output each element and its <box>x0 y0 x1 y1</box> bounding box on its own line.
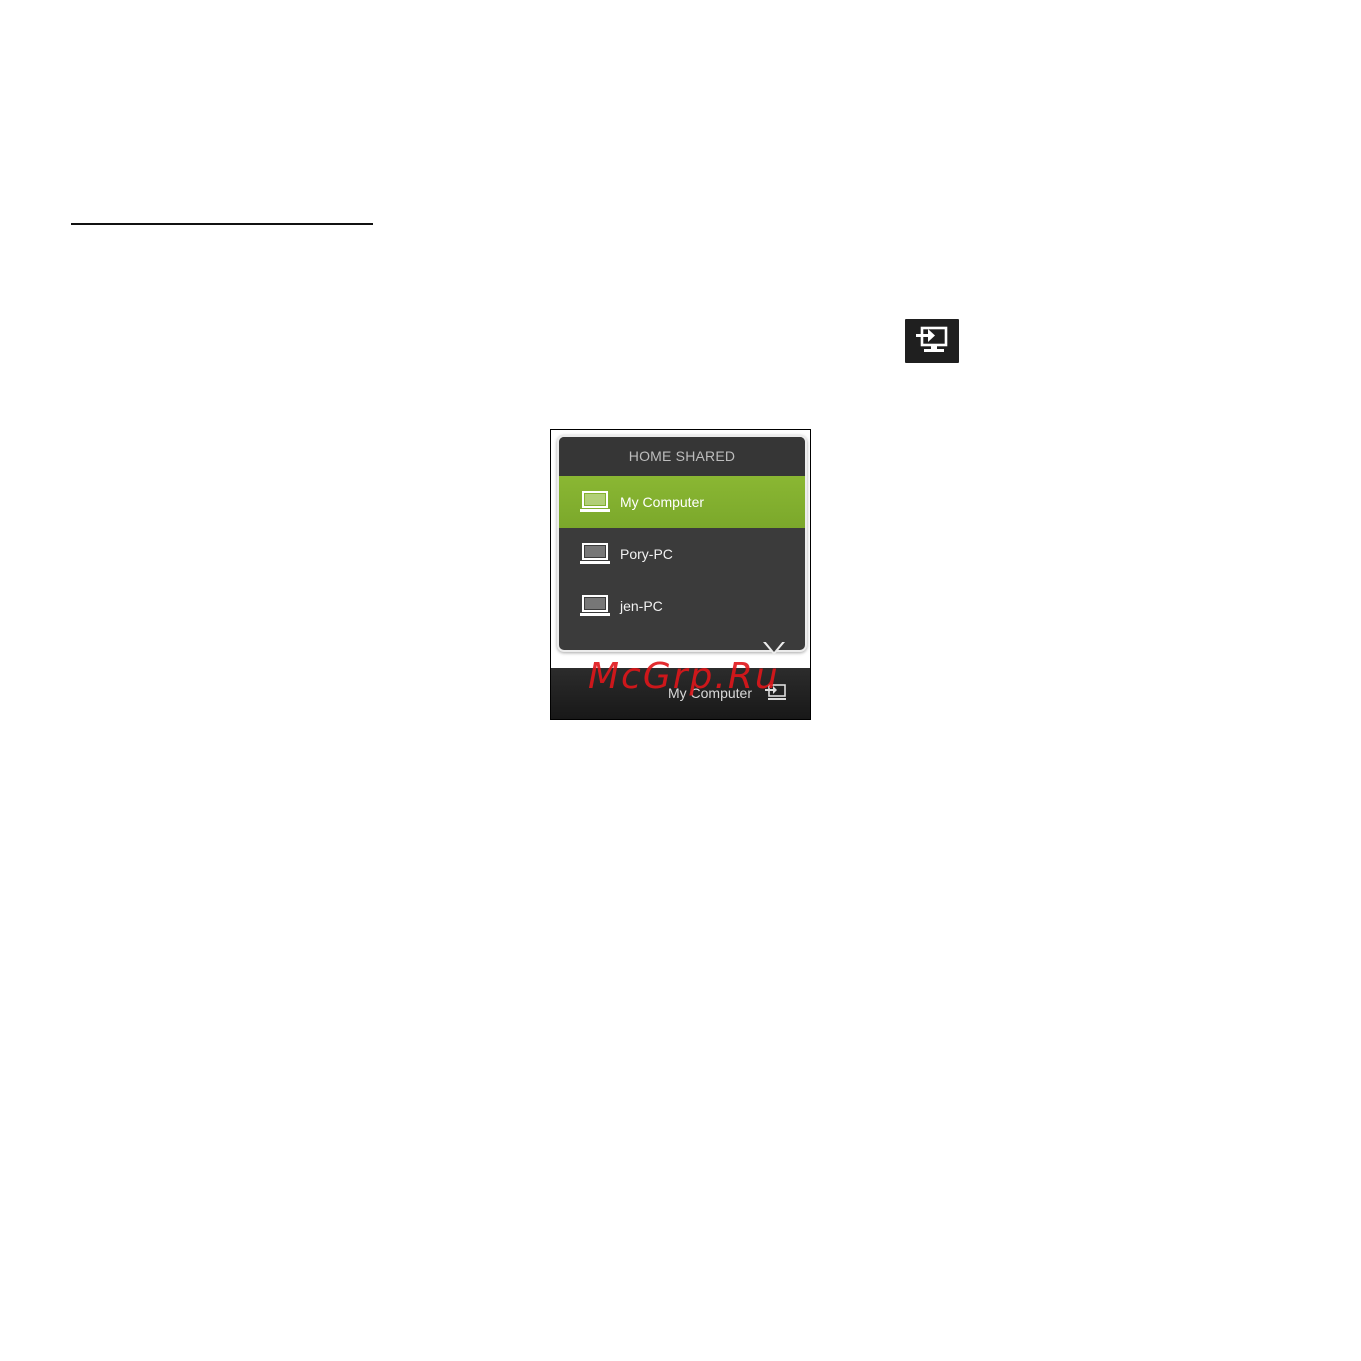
popup-header: HOME SHARED <box>559 437 805 476</box>
watermark-text: McGrp.Ru <box>588 656 780 697</box>
section-divider <box>71 223 373 225</box>
monitor-input-icon <box>905 319 959 363</box>
source-item-jen-pc[interactable]: jen-PC <box>559 580 805 632</box>
laptop-icon <box>579 489 611 515</box>
media-source-screenshot: HOME SHARED My Computer Pory-PC jen-PC M… <box>550 429 811 720</box>
source-popup-menu: HOME SHARED My Computer Pory-PC jen-PC <box>557 435 807 652</box>
source-item-label: jen-PC <box>620 598 663 614</box>
laptop-icon <box>579 593 611 619</box>
source-item-my-computer[interactable]: My Computer <box>559 476 805 528</box>
popup-pointer-inner <box>765 641 783 652</box>
source-item-label: My Computer <box>620 494 705 510</box>
source-item-pory-pc[interactable]: Pory-PC <box>559 528 805 580</box>
laptop-icon <box>579 541 611 567</box>
source-item-label: Pory-PC <box>620 546 673 562</box>
